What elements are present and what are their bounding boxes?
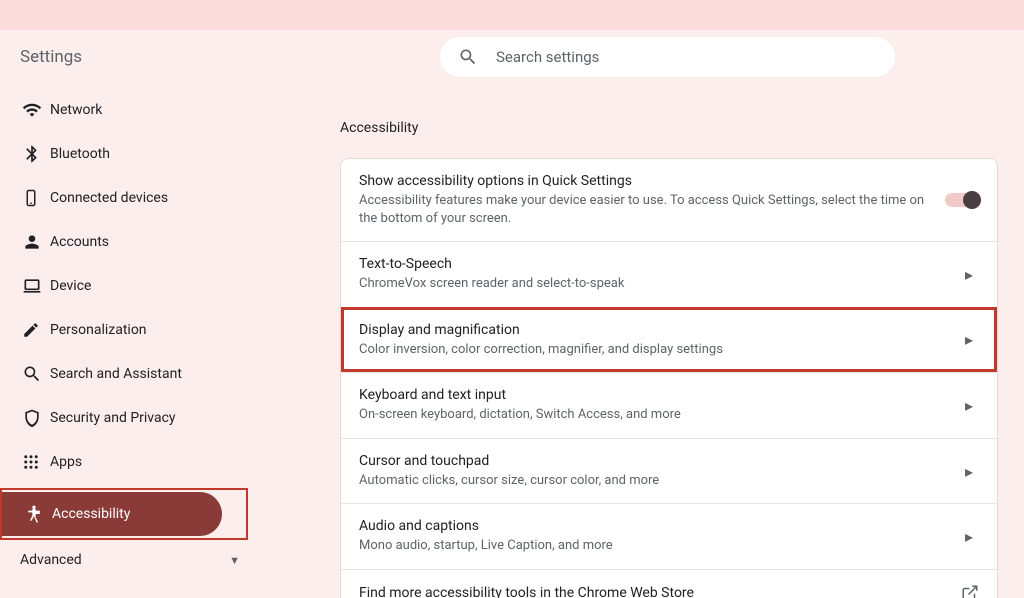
sidebar-highlight-box: Accessibility (0, 488, 248, 540)
row-audio-captions[interactable]: Audio and captions Mono audio, startup, … (341, 503, 997, 569)
row-subtitle: Color inversion, color correction, magni… (359, 341, 953, 359)
sidebar-item-connected-devices[interactable]: Connected devices (0, 176, 260, 220)
sidebar-item-label: Device (50, 278, 91, 294)
sidebar-item-apps[interactable]: Apps (0, 440, 260, 484)
row-subtitle: Mono audio, startup, Live Caption, and m… (359, 537, 953, 555)
search-input[interactable] (496, 48, 877, 66)
row-title: Show accessibility options in Quick Sett… (359, 173, 933, 189)
search-icon (22, 364, 50, 384)
app-title: Settings (20, 47, 440, 67)
row-title: Find more accessibility tools in the Chr… (359, 585, 949, 598)
row-subtitle: Accessibility features make your device … (359, 192, 933, 227)
chevron-right-icon: ▸ (965, 396, 979, 415)
laptop-icon (22, 276, 50, 296)
search-field[interactable] (440, 37, 895, 77)
row-text-to-speech[interactable]: Text-to-Speech ChromeVox screen reader a… (341, 241, 997, 307)
sidebar-item-bluetooth[interactable]: Bluetooth (0, 132, 260, 176)
edit-icon (22, 321, 50, 339)
sidebar-item-search-assistant[interactable]: Search and Assistant (0, 352, 260, 396)
shield-icon (22, 408, 50, 428)
settings-card: Show accessibility options in Quick Sett… (340, 158, 998, 598)
sidebar-item-accounts[interactable]: Accounts (0, 220, 260, 264)
sidebar-item-security-privacy[interactable]: Security and Privacy (0, 396, 260, 440)
sidebar-item-label: Accounts (50, 234, 109, 250)
sidebar-item-network[interactable]: Network (0, 88, 260, 132)
wifi-icon (22, 100, 50, 120)
bluetooth-icon (22, 144, 50, 164)
chevron-right-icon: ▸ (965, 265, 979, 284)
sidebar-item-label: Bluetooth (50, 146, 110, 162)
row-title: Text-to-Speech (359, 256, 953, 272)
sidebar-item-personalization[interactable]: Personalization (0, 308, 260, 352)
row-display-magnification[interactable]: Display and magnification Color inversio… (341, 307, 997, 373)
sidebar-item-label: Apps (50, 454, 82, 470)
row-subtitle: ChromeVox screen reader and select-to-sp… (359, 275, 953, 293)
sidebar-item-label: Personalization (50, 322, 147, 338)
sidebar-advanced-toggle[interactable]: Advanced ▼ (0, 540, 260, 568)
apps-grid-icon (22, 453, 50, 471)
sidebar-item-label: Accessibility (52, 506, 130, 522)
sidebar-item-label: Security and Privacy (50, 410, 176, 426)
sidebar-item-accessibility[interactable]: Accessibility (2, 492, 222, 536)
quick-settings-toggle[interactable] (945, 193, 979, 207)
app-header: Settings (0, 30, 1024, 84)
sidebar-item-device[interactable]: Device (0, 264, 260, 308)
row-webstore-link[interactable]: Find more accessibility tools in the Chr… (341, 569, 997, 598)
person-icon (22, 232, 50, 252)
accessibility-icon (24, 504, 52, 524)
chevron-right-icon: ▸ (965, 527, 979, 546)
phone-icon (22, 189, 50, 207)
sidebar-item-label: Network (50, 102, 102, 118)
chevron-down-icon: ▼ (229, 554, 240, 567)
row-title: Keyboard and text input (359, 387, 953, 403)
sidebar-item-label: Search and Assistant (50, 366, 182, 382)
row-title: Display and magnification (359, 322, 953, 338)
row-subtitle: On-screen keyboard, dictation, Switch Ac… (359, 406, 953, 424)
advanced-label: Advanced (20, 552, 82, 568)
main-layout: Network Bluetooth Connected devices Acco… (0, 84, 1024, 598)
row-title: Audio and captions (359, 518, 953, 534)
sidebar: Network Bluetooth Connected devices Acco… (0, 84, 260, 598)
content-area: Accessibility Show accessibility options… (260, 84, 1024, 598)
section-title: Accessibility (340, 120, 998, 136)
sidebar-item-label: Connected devices (50, 190, 168, 206)
row-cursor-touchpad[interactable]: Cursor and touchpad Automatic clicks, cu… (341, 438, 997, 504)
row-title: Cursor and touchpad (359, 453, 953, 469)
search-icon (458, 47, 478, 67)
row-subtitle: Automatic clicks, cursor size, cursor co… (359, 472, 953, 490)
chevron-right-icon: ▸ (965, 462, 979, 481)
row-keyboard-text-input[interactable]: Keyboard and text input On-screen keyboa… (341, 372, 997, 438)
open-external-icon (961, 584, 979, 598)
chevron-right-icon: ▸ (965, 330, 979, 349)
row-quick-settings[interactable]: Show accessibility options in Quick Sett… (341, 159, 997, 241)
window-top-accent (0, 0, 1024, 30)
